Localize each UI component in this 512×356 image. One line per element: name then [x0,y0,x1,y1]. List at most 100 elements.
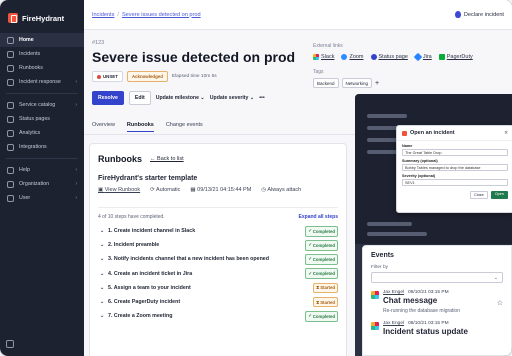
step-status-label: Completed [312,242,335,248]
event-author[interactable]: Jax Engel [383,290,404,295]
update-milestone-dropdown[interactable]: Update milestone ⌄ [156,95,205,101]
slack-message-placeholder [367,114,407,118]
filter-select[interactable]: ⌄ [371,272,503,283]
sidebar-item-home[interactable]: Home [0,33,84,47]
update-severity-dropdown[interactable]: Update severity ⌄ [210,95,254,101]
runbook-step[interactable]: ⌄ 1. Create incident channel in Slack ✓ Com… [100,224,338,238]
tab-runbooks[interactable]: Runbooks [126,122,154,132]
sidebar-item-label: Analytics [19,130,41,136]
step-status-badge: ✓ Completed [305,310,338,322]
breadcrumb-incidents[interactable]: Incidents [92,12,114,18]
runbook-step[interactable]: ⌄ 2. Incident preamble ✓ Completed [100,238,338,252]
severity-badge[interactable]: UNSET [92,71,123,82]
modal-title: Open an incident [410,130,455,136]
events-panel: Events Filter by ⌄ Jax Engel 08/10/21 03:… [362,245,512,356]
expand-all-steps-button[interactable]: Expand all steps [299,214,338,220]
sidebar-item-organization[interactable]: Organization › [0,177,84,191]
edit-button[interactable]: Edit [128,91,151,105]
sidebar-item-incidents[interactable]: Incidents [0,47,84,61]
sidebar-item-incident-response[interactable]: Incident response › [0,75,84,89]
home-icon [7,36,14,44]
brand[interactable]: FireHydrant [0,0,84,33]
severity-select[interactable]: SEV1 [402,179,508,186]
view-runbook-link[interactable]: ▣ View Runbook [98,187,140,193]
view-runbook-label: View Runbook [104,187,141,193]
flame-icon [454,11,461,18]
runbook-progress: 4 of 10 steps have completed. Expand all… [90,208,346,220]
sidebar-nav: Home Incidents Runbooks Incident respons… [0,33,84,205]
sidebar-item-service-catalog[interactable]: Service catalog › [0,98,84,112]
runbook-step[interactable]: ⌄ 7. Create a Zoom meeting ✓ Completed [100,309,338,323]
back-to-list-label: Back to list [157,156,184,162]
tab-overview[interactable]: Overview [92,122,115,132]
collapse-sidebar-icon[interactable] [6,340,14,348]
incident-number: #123 [92,40,105,46]
close-icon[interactable]: ✕ [504,130,508,136]
step-status-label: Started [320,285,335,291]
sidebar: FireHydrant Home Incidents Runbooks Inci… [0,0,84,356]
incident-header: #123 Severe issue detected on prod UNSET… [92,40,295,82]
runbook-date-label: 09/13/21 04:15:44 PM [197,187,252,193]
tag-backend[interactable]: Backend [313,78,339,88]
sidebar-item-runbooks[interactable]: Runbooks [0,61,84,75]
runbook-step[interactable]: ⌄ 5. Assign a team to your incident ⧗ Start… [100,281,338,295]
slack-link[interactable]: Slack [313,54,334,60]
incident-tabs: Overview Runbooks Change events [92,122,203,132]
resolve-button[interactable]: Resolve [92,91,124,105]
slack-label: Slack [321,54,335,60]
step-status-badge: ✓ Completed [305,268,338,280]
event-author[interactable]: Jax Engel [383,321,404,326]
tag-networking[interactable]: Networking [341,78,373,88]
step-status-badge: ⧗ Started [313,297,338,308]
slack-icon [371,322,379,330]
runbooks-icon [7,64,14,72]
hourglass-icon: ⧗ [316,285,320,291]
runbook-name: FireHydrant's starter template [98,175,198,182]
name-label: Name [402,144,413,148]
runbook-step[interactable]: ⌄ 3. Notify incidents channel that a new … [100,252,338,266]
status-badge[interactable]: Acknowledged [126,71,168,82]
close-button[interactable]: Close [469,191,488,199]
severity-dot-icon [97,74,101,79]
sidebar-item-status-pages[interactable]: Status pages [0,112,84,126]
chevron-right-icon: › [75,181,77,187]
sidebar-item-label: Incidents [19,51,41,57]
summary-field[interactable]: Bobby Tables managed to drop the databas… [402,164,508,171]
tab-change-events[interactable]: Change events [166,122,203,132]
runbook-meta: ▣ View Runbook ⟳ Automatic ▦ 09/13/21 04… [90,182,346,193]
pagerduty-link[interactable]: PagerDuty [438,54,473,60]
runbooks-card-header: Runbooks ← Back to list [90,144,346,164]
filter-label: Filter by [371,265,389,270]
breadcrumb-current[interactable]: Severe issues detected on prod [122,12,201,18]
back-to-list-link[interactable]: ← Back to list [150,156,184,162]
automatic-mode: ⟳ Automatic [150,187,180,193]
sidebar-item-user[interactable]: User › [0,191,84,205]
integrations-icon [7,143,14,151]
runbook-step[interactable]: ⌄ 4. Create an incident ticket in Jira ✓ Co… [100,267,338,281]
chevron-right-icon: › [75,195,77,201]
more-actions-button[interactable]: ••• [259,95,264,101]
sidebar-item-integrations[interactable]: Integrations [0,140,84,154]
step-status-badge: ⧗ Started [313,282,338,293]
status-page-link[interactable]: Status page [370,54,408,60]
step-status-badge: ✓ Completed [305,253,338,265]
jira-link[interactable]: Jira [413,52,432,62]
zoom-label: Zoom [349,54,364,60]
declare-incident-button[interactable]: Declare incident [454,11,504,18]
name-field[interactable]: The Great Table Drop [402,149,508,156]
zoom-link[interactable]: Zoom [341,54,364,60]
step-status-label: Completed [312,228,335,234]
sidebar-item-analytics[interactable]: Analytics [0,126,84,140]
external-links-title: External links [313,43,343,49]
add-tag-icon[interactable]: + [375,80,379,87]
tags-list: Backend Networking + [313,78,473,88]
zoom-icon [341,54,348,60]
status-pages-icon [7,115,14,123]
help-icon [7,166,14,174]
open-button[interactable]: Open [490,191,508,199]
modal-header: Open an incident ✕ [397,126,512,141]
star-icon[interactable]: ☆ [497,299,503,307]
runbook-step[interactable]: ⌄ 6. Create PagerDuty incident ⧗ Started [100,295,338,309]
sidebar-item-help[interactable]: Help › [0,163,84,177]
chevron-down-icon: ⌄ [100,284,105,291]
